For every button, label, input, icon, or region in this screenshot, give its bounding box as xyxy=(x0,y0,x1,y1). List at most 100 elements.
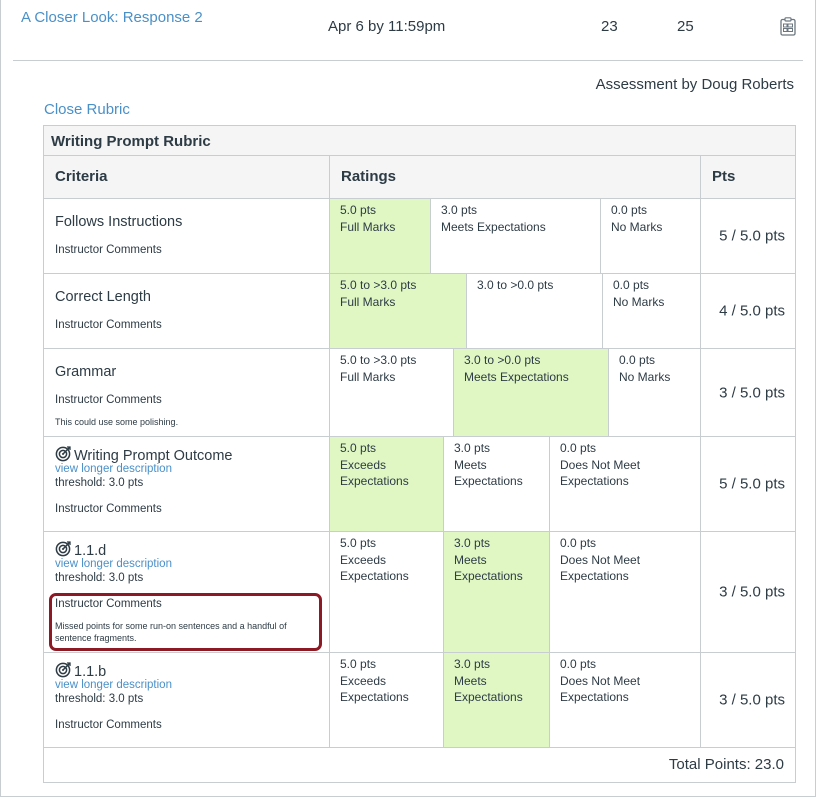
pts-header: Pts xyxy=(701,156,795,199)
criterion-name: 1.1.b xyxy=(74,664,107,680)
rating-option[interactable]: 0.0 pts No Marks xyxy=(601,199,701,273)
criterion-name: Writing Prompt Outcome xyxy=(74,448,233,464)
outcome-target-icon xyxy=(55,662,71,678)
assignment-score: 23 xyxy=(601,18,618,35)
pts-header-label: Pts xyxy=(712,168,736,185)
rating-option[interactable]: 3.0 to >0.0 pts xyxy=(467,274,603,348)
row-divider xyxy=(13,60,803,61)
assignment-title-link[interactable]: A Closer Look: Response 2 xyxy=(21,9,203,26)
ratings-cell: 5.0 to >3.0 pts Full Marks 3.0 to >0.0 p… xyxy=(330,349,701,436)
page-frame: A Closer Look: Response 2 Apr 6 by 11:59… xyxy=(0,0,816,797)
rating-option[interactable]: 5.0 pts Exceeds Expectations xyxy=(330,653,444,747)
rating-description: Exceeds Expectations xyxy=(340,674,409,704)
outcome-target-icon xyxy=(55,541,71,557)
rating-option[interactable]: 0.0 pts Does Not Meet Expectations xyxy=(550,653,701,747)
view-longer-description-link[interactable]: view longer description xyxy=(55,679,172,691)
rating-description: Meets Expectations xyxy=(454,553,523,583)
rating-points: 5.0 pts xyxy=(340,536,377,550)
threshold-label: threshold: 3.0 pts xyxy=(55,693,144,705)
threshold-label: threshold: 3.0 pts xyxy=(55,572,144,584)
criterion-points: 3 / 5.0 pts xyxy=(719,583,785,601)
rating-points: 0.0 pts xyxy=(560,657,597,671)
criterion-points: 3 / 5.0 pts xyxy=(719,691,785,709)
rating-points: 3.0 to >0.0 pts xyxy=(477,278,554,292)
rating-points: 3.0 pts xyxy=(454,536,491,550)
rating-description: Meets Expectations xyxy=(454,674,523,704)
total-points: Total Points: 23.0 xyxy=(668,756,784,773)
criterion-row: Writing Prompt Outcome view longer descr… xyxy=(44,437,795,532)
ratings-cell: 5.0 pts Exceeds Expectations 3.0 pts Mee… xyxy=(330,532,701,652)
rubric-icon[interactable] xyxy=(780,17,796,36)
rating-points: 5.0 pts xyxy=(340,203,377,217)
rating-option[interactable]: 0.0 pts No Marks xyxy=(603,274,701,348)
assignment-due-date: Apr 6 by 11:59pm xyxy=(328,18,446,35)
criterion-name-wrap: 1.1.d xyxy=(55,541,106,559)
assignment-points-possible: 25 xyxy=(677,18,694,35)
criterion-cell: Writing Prompt Outcome view longer descr… xyxy=(44,437,330,531)
criteria-header: Criteria xyxy=(44,156,330,199)
rating-description: Meets Expectations xyxy=(454,458,523,488)
rating-description: Meets Expectations xyxy=(464,370,569,384)
rating-points: 5.0 to >3.0 pts xyxy=(340,278,417,292)
criterion-cell: Follows Instructions Instructor Comments xyxy=(44,199,330,273)
rating-description: No Marks xyxy=(611,220,663,234)
rating-points: 5.0 to >3.0 pts xyxy=(340,353,417,367)
rating-description: Exceeds Expectations xyxy=(340,458,409,488)
instructor-comments-label: Instructor Comments xyxy=(55,719,162,731)
rating-option[interactable]: 0.0 pts Does Not Meet Expectations xyxy=(550,532,701,652)
ratings-cell: 5.0 pts Full Marks 3.0 pts Meets Expecta… xyxy=(330,199,701,273)
criterion-points: 5 / 5.0 pts xyxy=(719,475,785,493)
ratings-cell: 5.0 pts Exceeds Expectations 3.0 pts Mee… xyxy=(330,653,701,747)
rating-description: Full Marks xyxy=(340,370,396,384)
points-cell: 5 / 5.0 pts xyxy=(701,199,795,273)
criterion-points: 4 / 5.0 pts xyxy=(719,302,785,320)
rating-description: Meets Expectations xyxy=(441,220,546,234)
rating-option[interactable]: 5.0 pts Full Marks xyxy=(330,199,431,273)
rating-option[interactable]: 5.0 to >3.0 pts Full Marks xyxy=(330,274,467,348)
points-cell: 3 / 5.0 pts xyxy=(701,349,795,436)
rating-description: Does Not Meet Expectations xyxy=(560,458,641,488)
rating-description: No Marks xyxy=(613,295,665,309)
rating-points: 0.0 pts xyxy=(619,353,656,367)
rating-points: 3.0 to >0.0 pts xyxy=(464,353,541,367)
view-longer-description-link[interactable]: view longer description xyxy=(55,558,172,570)
instructor-comments-label: Instructor Comments xyxy=(55,244,162,256)
rating-option[interactable]: 5.0 pts Exceeds Expectations xyxy=(330,437,444,531)
instructor-comments-label: Instructor Comments xyxy=(55,394,162,406)
rating-points: 0.0 pts xyxy=(560,441,597,455)
rating-option[interactable]: 3.0 pts Meets Expectations xyxy=(444,532,550,652)
rating-option[interactable]: 5.0 pts Exceeds Expectations xyxy=(330,532,444,652)
rating-description: Exceeds Expectations xyxy=(340,553,409,583)
rating-option[interactable]: 3.0 pts Meets Expectations xyxy=(431,199,601,273)
rating-points: 0.0 pts xyxy=(560,536,597,550)
rating-option[interactable]: 5.0 to >3.0 pts Full Marks xyxy=(330,349,454,436)
criterion-points: 5 / 5.0 pts xyxy=(719,227,785,245)
rating-points: 3.0 pts xyxy=(441,203,478,217)
rating-points: 0.0 pts xyxy=(613,278,650,292)
rating-option[interactable]: 3.0 pts Meets Expectations xyxy=(444,653,550,747)
criterion-points: 3 / 5.0 pts xyxy=(719,384,785,401)
rating-description: Does Not Meet Expectations xyxy=(560,553,641,583)
rating-option[interactable]: 3.0 to >0.0 pts Meets Expectations xyxy=(454,349,609,436)
close-rubric-link[interactable]: Close Rubric xyxy=(44,101,130,118)
view-longer-description-link[interactable]: view longer description xyxy=(55,463,172,475)
rating-option[interactable]: 0.0 pts Does Not Meet Expectations xyxy=(550,437,701,531)
instructor-comments-label: Instructor Comments xyxy=(55,319,162,331)
criterion-name-wrap: 1.1.b xyxy=(55,662,106,680)
rating-option[interactable]: 3.0 pts Meets Expectations xyxy=(444,437,550,531)
points-cell: 3 / 5.0 pts xyxy=(701,653,795,747)
rating-points: 5.0 pts xyxy=(340,441,377,455)
rating-description: Full Marks xyxy=(340,295,396,309)
ratings-cell: 5.0 to >3.0 pts Full Marks 3.0 to >0.0 p… xyxy=(330,274,701,348)
criterion-name: Follows Instructions xyxy=(55,214,183,230)
criterion-name-wrap: Writing Prompt Outcome xyxy=(55,446,232,464)
rubric-title-bar: Writing Prompt Rubric xyxy=(44,126,795,156)
rating-option[interactable]: 0.0 pts No Marks xyxy=(609,349,701,436)
criterion-cell: Grammar Instructor Comments This could u… xyxy=(44,349,330,436)
rubric-table: Writing Prompt Rubric Criteria Ratings P… xyxy=(43,125,796,783)
ratings-header-label: Ratings xyxy=(341,168,397,185)
ratings-cell: 5.0 pts Exceeds Expectations 3.0 pts Mee… xyxy=(330,437,701,531)
criterion-row: Follows Instructions Instructor Comments… xyxy=(44,199,795,274)
outcome-target-icon xyxy=(55,446,71,462)
ratings-header: Ratings xyxy=(330,156,701,199)
